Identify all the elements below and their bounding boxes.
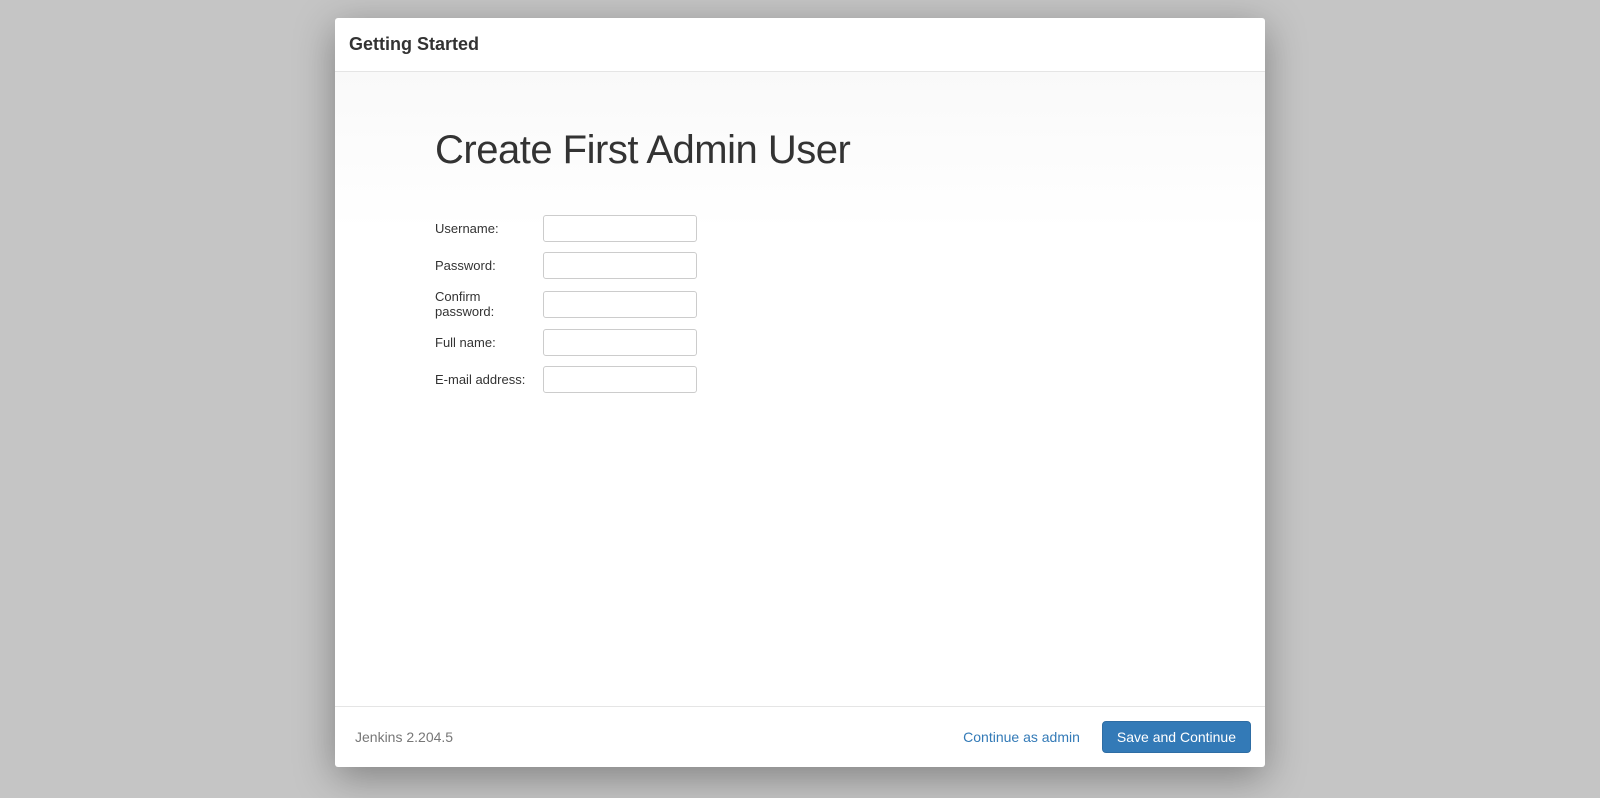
form-row-full-name: Full name: [435,329,1165,356]
form-row-password: Password: [435,252,1165,279]
username-label: Username: [435,221,543,236]
username-input[interactable] [543,215,697,242]
save-and-continue-button[interactable]: Save and Continue [1102,721,1251,753]
password-input[interactable] [543,252,697,279]
setup-wizard-modal: Getting Started Create First Admin User … [335,18,1265,767]
form-row-email: E-mail address: [435,366,1165,393]
confirm-password-label: Confirm password: [435,289,543,319]
page-heading: Create First Admin User [435,128,1165,173]
email-input[interactable] [543,366,697,393]
modal-footer: Jenkins 2.204.5 Continue as admin Save a… [335,706,1265,767]
full-name-label: Full name: [435,335,543,350]
continue-as-admin-button[interactable]: Continue as admin [959,723,1084,751]
footer-actions: Continue as admin Save and Continue [959,721,1251,753]
modal-title: Getting Started [349,34,1251,55]
form-row-username: Username: [435,215,1165,242]
modal-body: Create First Admin User Username: Passwo… [335,72,1265,706]
version-label: Jenkins 2.204.5 [349,729,453,745]
full-name-input[interactable] [543,329,697,356]
password-label: Password: [435,258,543,273]
modal-header: Getting Started [335,18,1265,72]
confirm-password-input[interactable] [543,291,697,318]
form-row-confirm-password: Confirm password: [435,289,1165,319]
email-label: E-mail address: [435,372,543,387]
